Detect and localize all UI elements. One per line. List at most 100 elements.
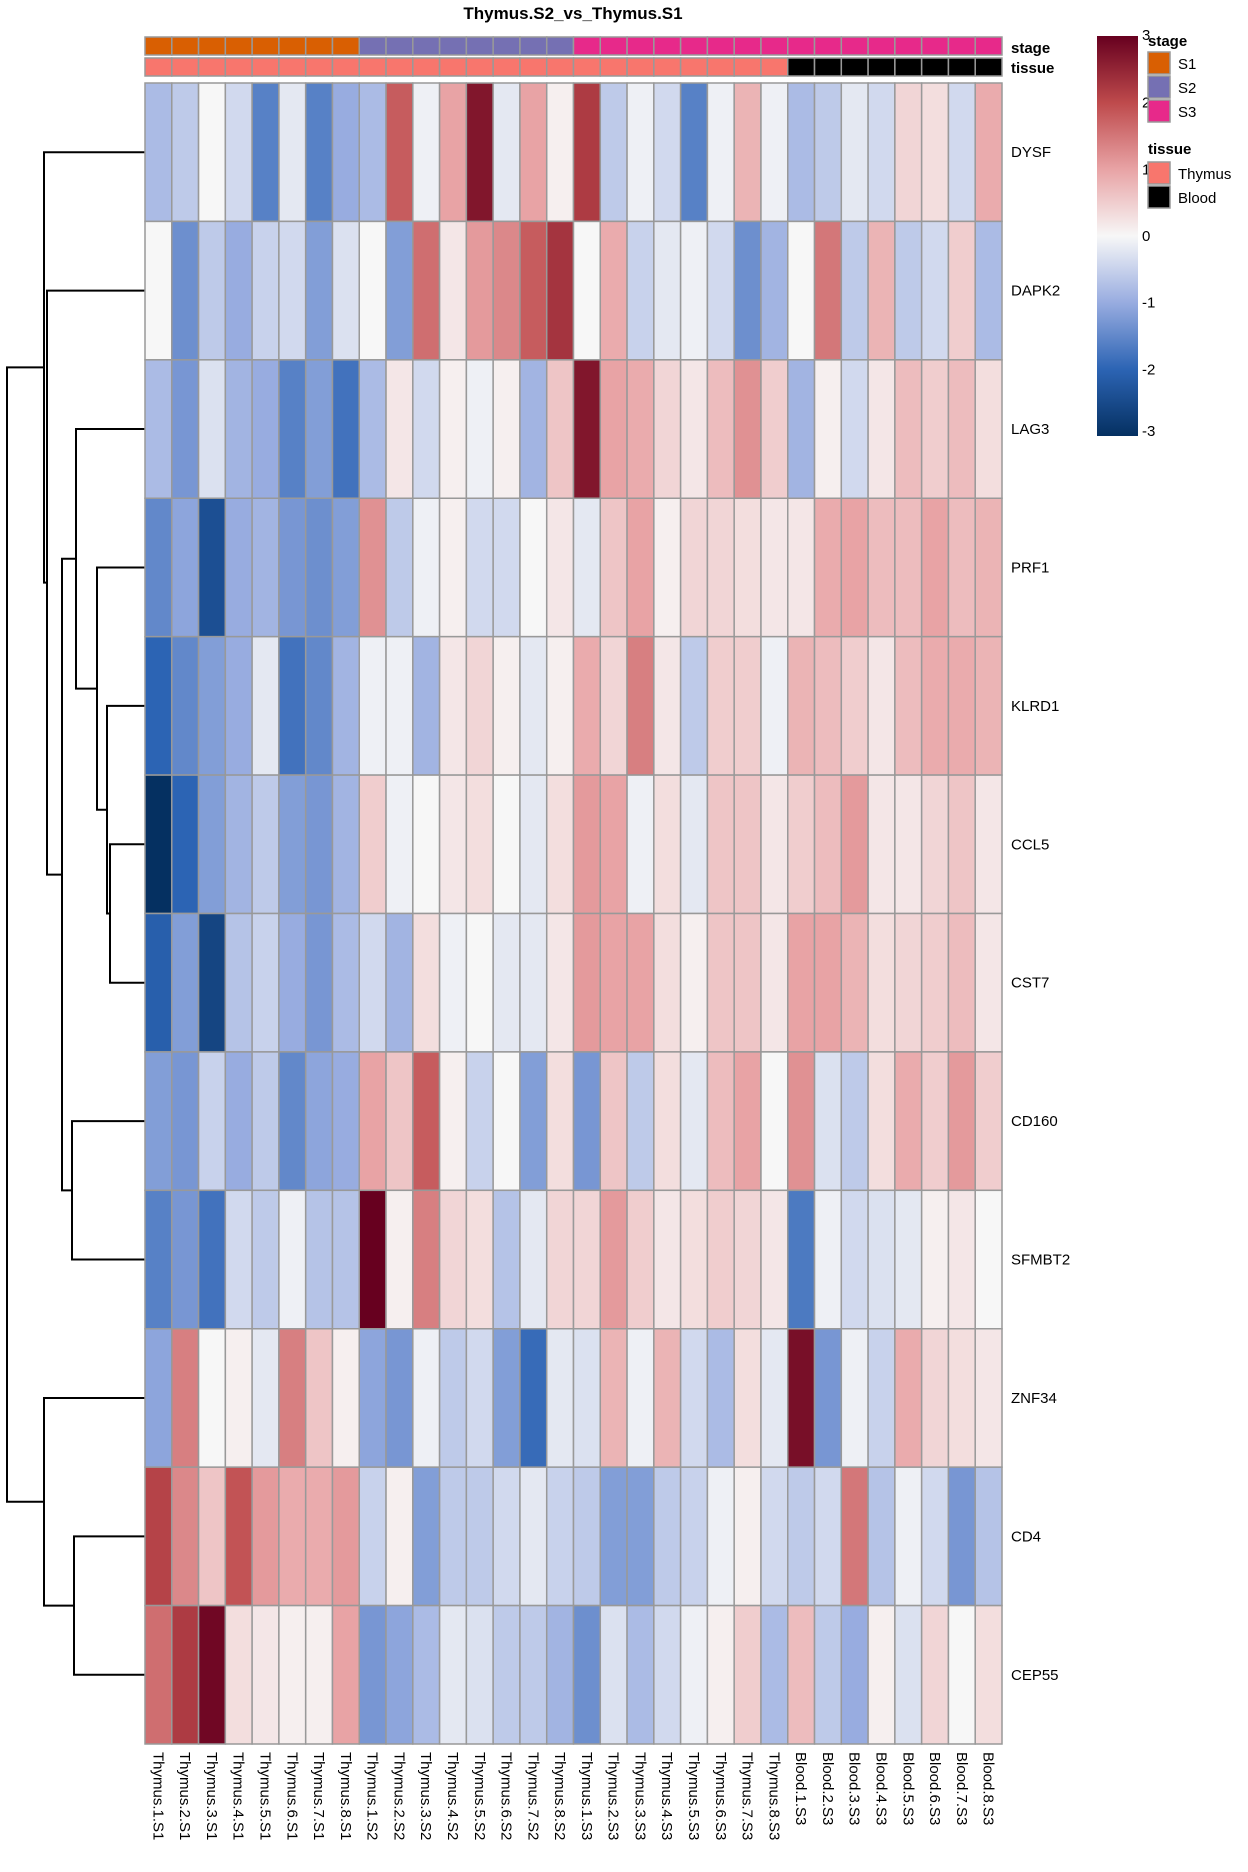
heatmap-cell (144, 1328, 173, 1468)
heatmap-cell (599, 82, 628, 223)
dendrogram-branch (6, 366, 44, 1503)
heatmap-cell (438, 774, 468, 915)
tissue-annotation-cell (599, 57, 628, 77)
heatmap-cell (894, 220, 923, 361)
heatmap-cell (197, 912, 227, 1053)
heatmap-cell (278, 635, 307, 776)
stage-annotation-cell (733, 36, 762, 56)
heatmap-cell (492, 1466, 521, 1607)
legend-swatch-s1 (1147, 51, 1171, 75)
heatmap-cell (171, 774, 200, 915)
heatmap-cell (760, 1051, 789, 1192)
stage-annotation-cell (867, 36, 896, 56)
heatmap-cell (599, 359, 628, 500)
color-scale-tick-label: -1 (1142, 295, 1155, 312)
column-label: Thymus.2.S2 (390, 1752, 407, 1840)
heatmap-cell (465, 359, 494, 500)
heatmap-cell (920, 220, 950, 361)
heatmap-cell (920, 912, 950, 1053)
heatmap-cell (813, 1604, 843, 1745)
heatmap-cell (197, 1604, 227, 1745)
heatmap-cell (438, 635, 468, 776)
stage-annotation-cell (492, 36, 521, 56)
heatmap-cell (304, 82, 334, 223)
heatmap-cell (787, 359, 816, 500)
dendrogram-branch (73, 1535, 145, 1676)
heatmap-cell (653, 1328, 682, 1468)
stage-annotation-cell (358, 36, 387, 56)
heatmap-cell (224, 359, 253, 500)
heatmap-cell (144, 1466, 173, 1607)
heatmap-cell (920, 1466, 950, 1607)
tissue-annotation-cell (545, 57, 575, 77)
heatmap-cell (545, 497, 575, 638)
tissue-annotation-cell (519, 57, 548, 77)
heatmap-cell (867, 1328, 896, 1468)
heatmap-cell (492, 1328, 521, 1468)
heatmap-cell (385, 82, 414, 223)
heatmap-cell (813, 82, 843, 223)
heatmap-cell (278, 82, 307, 223)
heatmap-cell (197, 1328, 227, 1468)
heatmap-cell (626, 1051, 655, 1192)
legend-swatch-blood (1147, 185, 1171, 209)
dendrogram-branch (106, 704, 145, 915)
row-label: ZNF34 (1011, 1390, 1057, 1407)
heatmap-cell (331, 1189, 360, 1330)
heatmap-cell (947, 1604, 976, 1745)
heatmap-cell (545, 1328, 575, 1468)
heatmap-cell (492, 1189, 521, 1330)
heatmap-cell (438, 1051, 468, 1192)
heatmap-cell (331, 1466, 360, 1607)
heatmap-cell (197, 359, 227, 500)
heatmap-cell (438, 82, 468, 223)
heatmap-cell (626, 774, 655, 915)
heatmap-cell (358, 497, 387, 638)
heatmap-cell (840, 1328, 869, 1468)
heatmap-cell (894, 635, 923, 776)
heatmap-cell (412, 1604, 441, 1745)
heatmap-cell (197, 1466, 227, 1607)
heatmap-cell (251, 82, 280, 223)
heatmap-cell (974, 912, 1003, 1053)
heatmap-cell (733, 82, 762, 223)
heatmap-cell (733, 1189, 762, 1330)
heatmap-cell (626, 220, 655, 361)
heatmap-cell (519, 635, 548, 776)
heatmap-cell (358, 635, 387, 776)
heatmap-cell (840, 1189, 869, 1330)
stage-annotation-cell (385, 36, 414, 56)
heatmap-cell (465, 497, 494, 638)
heatmap-cell (840, 774, 869, 915)
heatmap-cell (787, 1604, 816, 1745)
heatmap-cell (545, 359, 575, 500)
heatmap-cell (278, 497, 307, 638)
heatmap-cell (679, 1189, 709, 1330)
heatmap-cell (653, 1466, 682, 1607)
heatmap-cell (331, 1604, 360, 1745)
heatmap-cell (385, 497, 414, 638)
heatmap-chart: Thymus.S2_vs_Thymus.S1 stage tissue DYSF… (6, 4, 1231, 1840)
row-label: CEP55 (1011, 1667, 1059, 1684)
tissue-annotation-cell (224, 57, 253, 77)
heatmap-cell (599, 1466, 628, 1607)
column-label: Thymus.7.S2 (524, 1752, 541, 1840)
heatmap-cell (171, 912, 200, 1053)
heatmap-cell (626, 359, 655, 500)
heatmap-cell (572, 1604, 602, 1745)
column-label: Thymus.4.S1 (230, 1752, 247, 1840)
chart-title: Thymus.S2_vs_Thymus.S1 (463, 4, 682, 23)
heatmap-cell (545, 1051, 575, 1192)
tissue-annotation-cell (920, 57, 950, 77)
tissue-annotation-cell (867, 57, 896, 77)
heatmap-cell (492, 1604, 521, 1745)
heatmap-cell (679, 1466, 709, 1607)
heatmap-cell (947, 635, 976, 776)
heatmap-cell (412, 497, 441, 638)
heatmap-cell (920, 1328, 950, 1468)
heatmap-cell (251, 912, 280, 1053)
heatmap-cell (706, 1466, 735, 1607)
heatmap-cell (867, 635, 896, 776)
heatmap-cell (465, 1328, 494, 1468)
heatmap-cell (947, 497, 976, 638)
